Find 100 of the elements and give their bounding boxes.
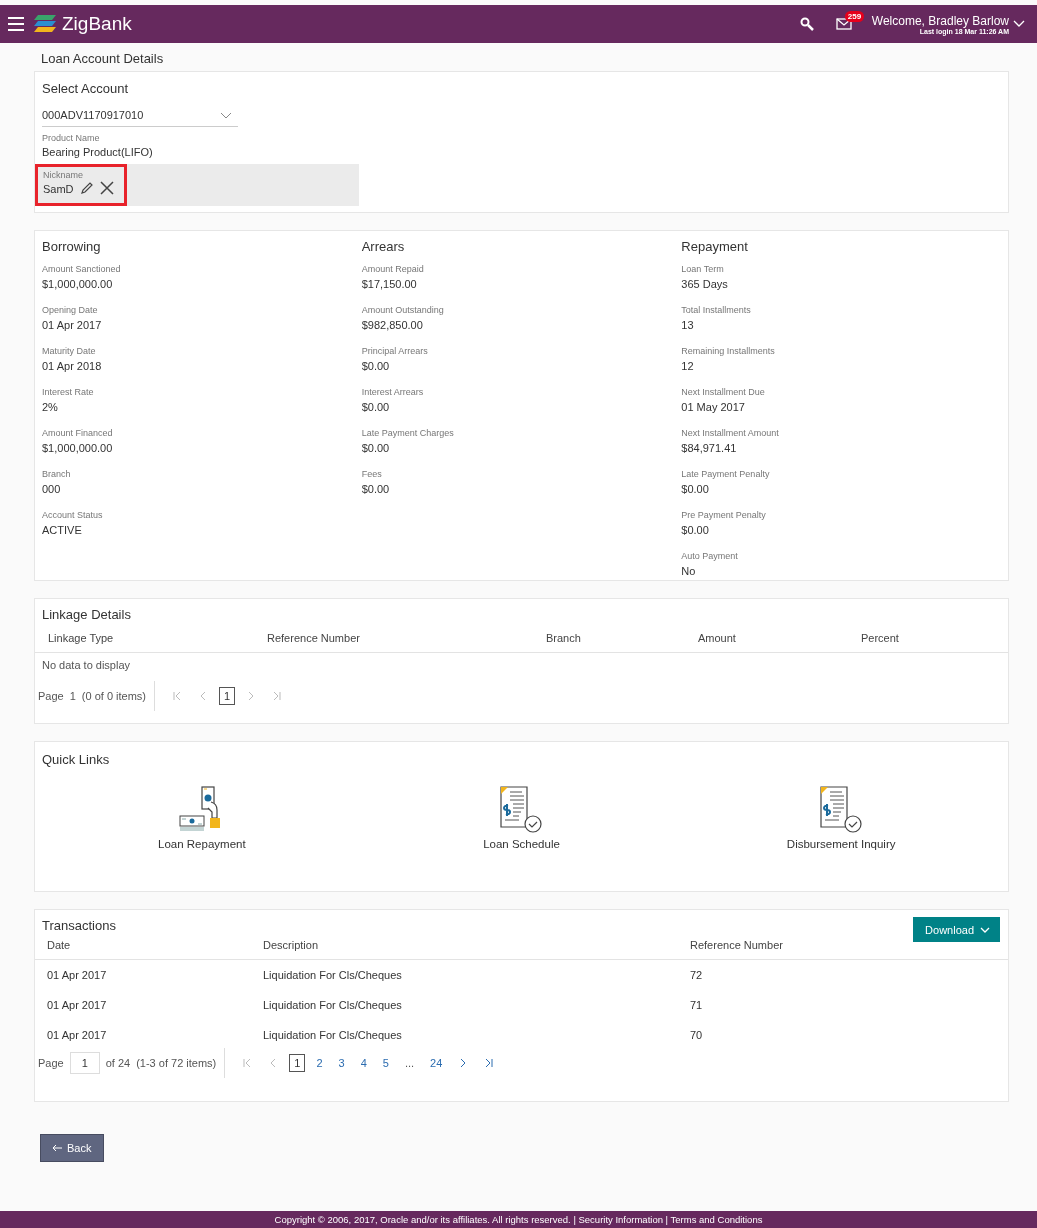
- quick-link[interactable]: Loan Repayment: [158, 838, 246, 850]
- table-cell-text: 70: [690, 1029, 704, 1041]
- field-label: Loan Term: [681, 264, 725, 274]
- field-label: Late Payment Charges: [361, 428, 455, 438]
- field-value: $0.00: [681, 524, 710, 536]
- page-link[interactable]: 1: [219, 687, 236, 705]
- page-number: 1: [69, 690, 76, 702]
- field-label: Next Installment Amount: [681, 428, 780, 438]
- field-label: Interest Rate: [42, 387, 95, 397]
- field-label: Pre Payment Penalty: [681, 510, 767, 520]
- field-value: $0.00: [361, 483, 391, 495]
- column-header: Amount: [698, 632, 737, 644]
- table-cell-text: 01 Apr 2017: [47, 999, 108, 1011]
- close-icon[interactable]: [99, 180, 114, 195]
- field-value: $982,850.00: [361, 319, 424, 331]
- field-value: $84,971.41: [681, 442, 738, 454]
- field-label: Opening Date: [42, 305, 99, 315]
- items-summary: (0 of 0 items): [81, 690, 146, 702]
- field-value: 2%: [42, 401, 59, 413]
- table-cell-text: 71: [690, 999, 704, 1011]
- document-check-icon[interactable]: [499, 786, 544, 834]
- table-cell-text: 72: [690, 969, 704, 981]
- logo-icon: [34, 15, 56, 33]
- menu-icon[interactable]: [8, 17, 24, 31]
- pencil-icon[interactable]: [79, 180, 94, 195]
- field-value: 12: [681, 360, 695, 372]
- page-link[interactable]: 4: [355, 1054, 372, 1072]
- page-field[interactable]: 1: [69, 1052, 100, 1074]
- field-label: Total Installments: [681, 305, 752, 315]
- page-link[interactable]: 2: [311, 1054, 328, 1072]
- column-heading: Arrears: [361, 239, 406, 254]
- page-title: Loan Account Details: [41, 51, 164, 66]
- column-heading: Borrowing: [42, 239, 102, 254]
- table-cell-text: Liquidation For Cls/Cheques: [263, 1029, 403, 1041]
- field-label: Nickname: [43, 170, 84, 180]
- field-value: 365 Days: [681, 278, 729, 290]
- empty-message: No data to display: [41, 658, 132, 673]
- field-value: 01 Apr 2018: [42, 360, 103, 372]
- field-label: Interest Arrears: [361, 387, 425, 397]
- document-check-icon[interactable]: [819, 786, 864, 834]
- table-cell-text: Liquidation For Cls/Cheques: [263, 999, 403, 1011]
- field-value: Bearing Product(LIFO): [42, 146, 154, 158]
- chevron-down-icon: [980, 926, 990, 933]
- brand-name: ZigBank: [62, 13, 132, 35]
- field-label: Remaining Installments: [681, 346, 776, 356]
- mail-icon[interactable]: [835, 18, 852, 30]
- field-value: 13: [681, 319, 695, 331]
- field-value: $0.00: [361, 401, 391, 413]
- table-cell-text: 01 Apr 2017: [47, 969, 108, 981]
- back-button[interactable]: Back: [40, 1134, 105, 1162]
- field-value: $1,000,000.00: [42, 278, 114, 290]
- search-icon[interactable]: [799, 17, 814, 31]
- field-label: Amount Repaid: [361, 264, 425, 274]
- field-value: 01 May 2017: [681, 401, 746, 413]
- column-header: Description: [263, 939, 320, 951]
- page-link[interactable]: 1: [289, 1054, 306, 1072]
- field-label: Account Status: [42, 510, 104, 520]
- column-header: Branch: [546, 632, 582, 644]
- section-title: Transactions: [42, 918, 116, 935]
- download-button[interactable]: Download: [913, 917, 1000, 942]
- field-label: Maturity Date: [42, 346, 97, 356]
- field-label: Late Payment Penalty: [681, 469, 771, 479]
- page-ellipsis: ...: [403, 1056, 416, 1071]
- field-label: Amount Outstanding: [361, 305, 445, 315]
- welcome-text: Welcome, Bradley Barlow: [871, 13, 1009, 28]
- footer-text: Copyright © 2006, 2017, Oracle and/or its affiliates. All rights reserved. | Security Information | Terms and Conditions: [274, 1214, 763, 1225]
- field-label: Principal Arrears: [361, 346, 429, 356]
- field-value: ACTIVE: [42, 524, 83, 536]
- field-value: $0.00: [361, 442, 391, 454]
- arrow-left-icon: [52, 1144, 62, 1152]
- field-label: Fees: [361, 469, 383, 479]
- page-label: Page: [38, 1057, 64, 1069]
- column-header: Reference Number: [267, 632, 361, 644]
- section-title: Quick Links: [42, 752, 110, 767]
- table-cell-text: 01 Apr 2017: [47, 1029, 108, 1041]
- chevron-down-icon[interactable]: [1013, 20, 1025, 28]
- items-summary: (1-3 of 72 items): [136, 1057, 217, 1069]
- page-link[interactable]: 24: [425, 1054, 448, 1072]
- field-value: 01 Apr 2017: [42, 319, 103, 331]
- field-label: Amount Sanctioned: [42, 264, 122, 274]
- page-link[interactable]: 5: [377, 1054, 394, 1072]
- field-value: $0.00: [361, 360, 391, 372]
- quick-link[interactable]: Loan Schedule: [483, 838, 560, 850]
- page-count: of 24: [105, 1057, 131, 1069]
- field-value: $17,150.00: [361, 278, 418, 290]
- column-header: Percent: [861, 632, 900, 644]
- section-title: Select Account: [42, 81, 128, 96]
- quick-link[interactable]: Disbursement Inquiry: [786, 838, 896, 850]
- section-title: Linkage Details: [41, 607, 132, 622]
- field-label: Branch: [42, 469, 72, 479]
- notification-badge: 259: [844, 11, 865, 22]
- account-dropdown[interactable]: 000ADV1170917010: [42, 97, 238, 127]
- page-link[interactable]: 3: [333, 1054, 350, 1072]
- column-header: Linkage Type: [48, 632, 115, 644]
- column-header: Date: [47, 939, 72, 951]
- chevron-down-icon: [220, 111, 232, 119]
- column-heading: Repayment: [681, 239, 749, 254]
- field-label: Product Name: [42, 133, 101, 143]
- field-label: Next Installment Due: [681, 387, 766, 397]
- field-label: Auto Payment: [681, 551, 739, 561]
